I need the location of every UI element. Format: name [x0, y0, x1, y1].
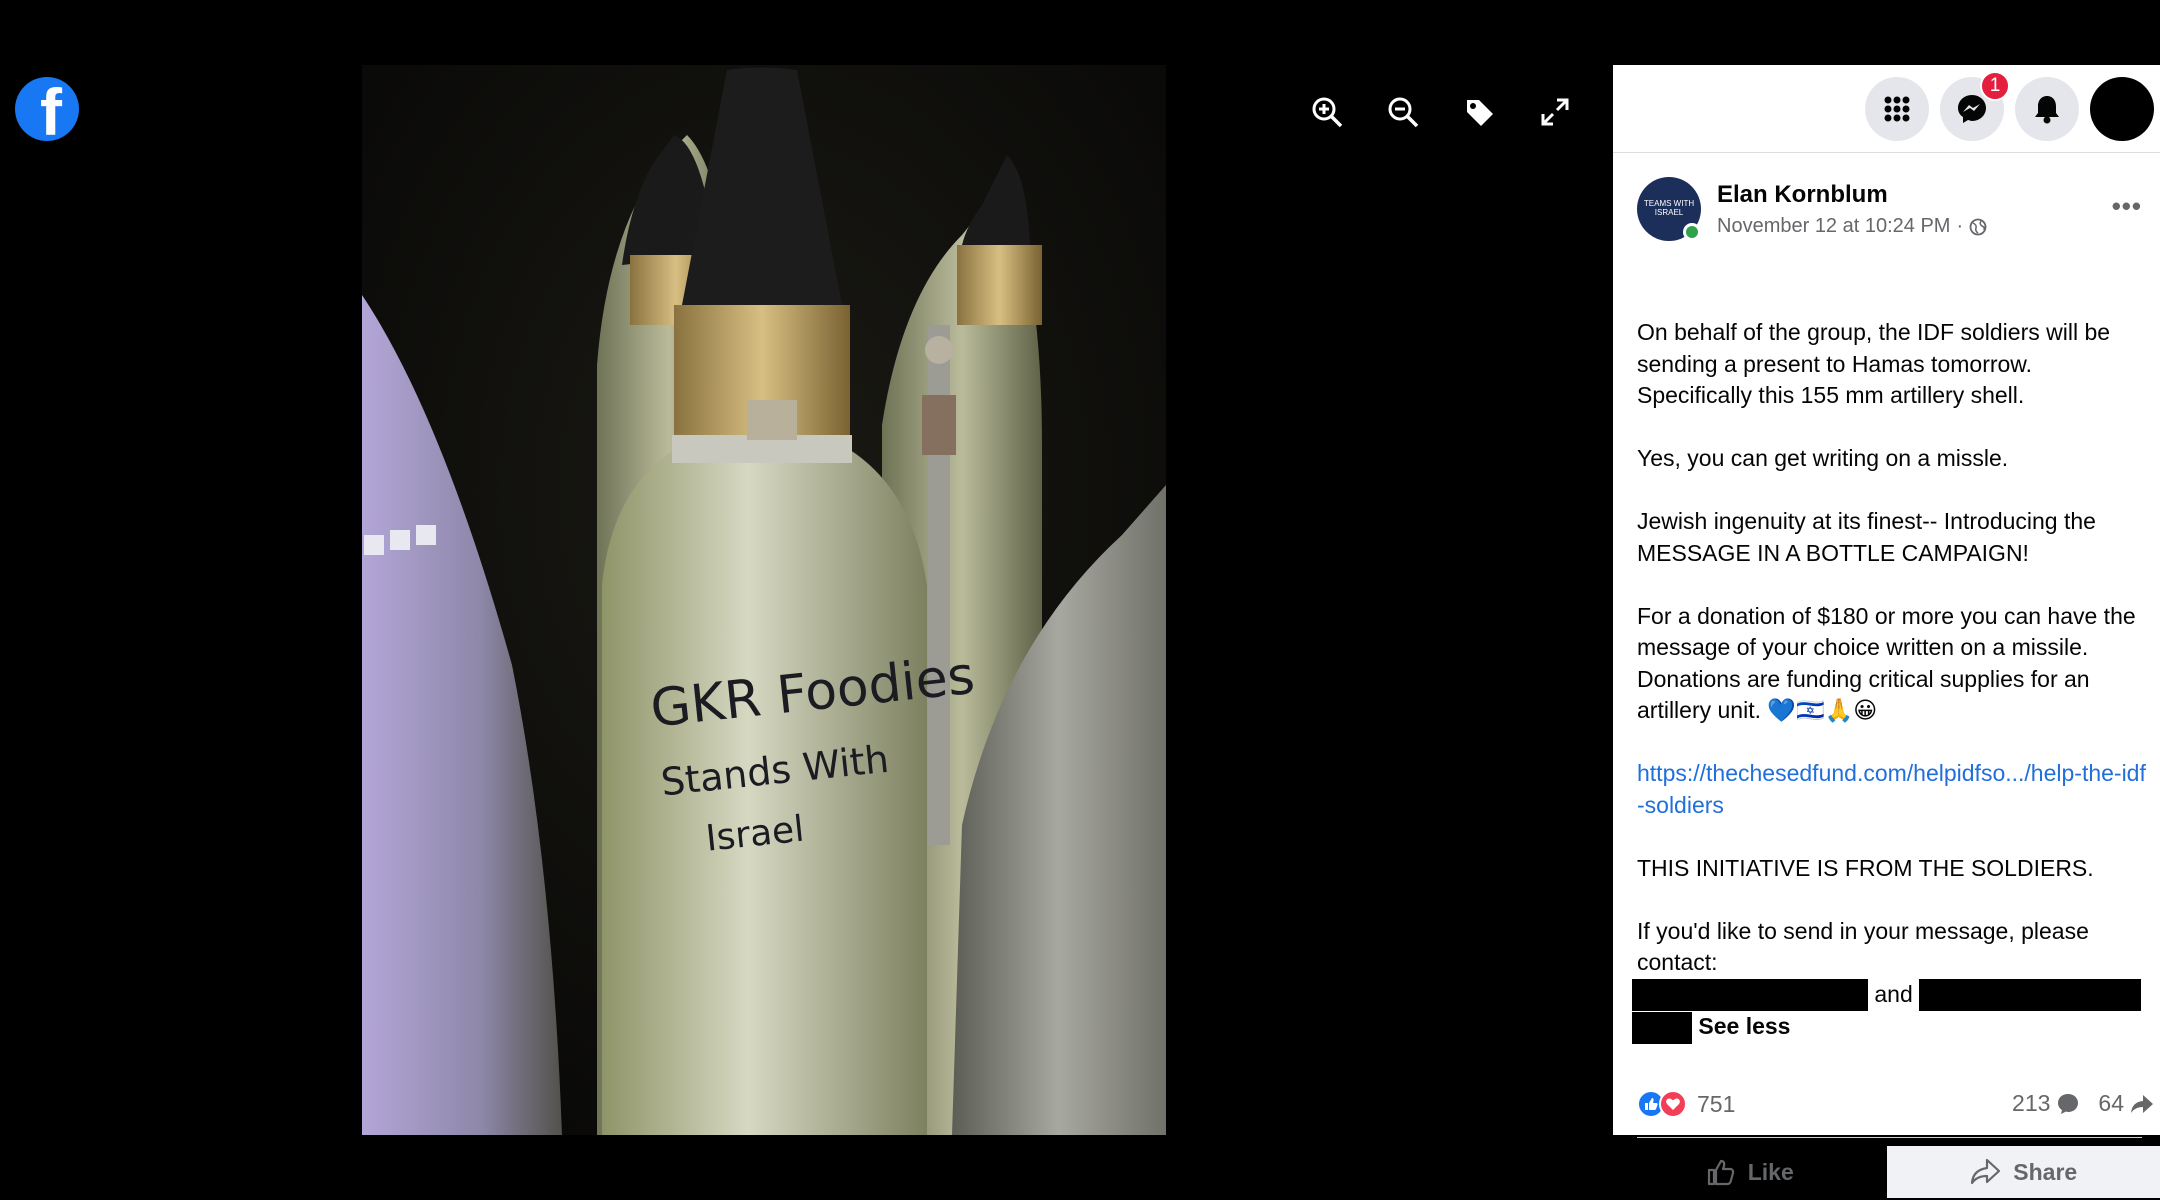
post-panel: 1 TEAMS WITH ISRAEL Elan Kornblum Novemb… — [1613, 65, 2160, 1198]
reactions-summary[interactable]: 751 — [1637, 1090, 1735, 1118]
avatar-text: TEAMS WITH ISRAEL — [1643, 199, 1695, 217]
share-label: Share — [2013, 1158, 2078, 1185]
meta-separator: · — [1956, 215, 1964, 237]
share-count-value: 64 — [2098, 1090, 2124, 1116]
bell-icon — [2035, 96, 2059, 124]
more-options-icon[interactable]: ••• — [2112, 191, 2142, 222]
post-paragraph: Yes, you can get writing on a missle. — [1637, 445, 2009, 471]
zoom-in-icon[interactable] — [1310, 95, 1344, 129]
facebook-logo[interactable]: f — [15, 77, 79, 141]
redacted-contact — [1632, 1012, 1692, 1045]
post-timestamp[interactable]: November 12 at 10:24 PM — [1717, 215, 1950, 238]
post-paragraph: THIS INITIATIVE IS FROM THE SOLDIERS. — [1637, 854, 2094, 881]
messenger-badge: 1 — [1980, 71, 2010, 101]
globe-icon — [1969, 218, 1987, 235]
post-header: TEAMS WITH ISRAEL Elan Kornblum November… — [1637, 177, 2142, 247]
post-actions: Like Share — [1613, 1146, 2160, 1198]
comment-count-value: 213 — [2012, 1090, 2051, 1116]
post-paragraph: On behalf of the group, the IDF soldiers… — [1637, 319, 2111, 408]
top-bar: 1 — [1613, 65, 2160, 153]
share-icon — [2131, 1094, 2153, 1113]
artillery-shells-image: GKR Foodies Stands With Israel — [362, 65, 1166, 1135]
messenger-icon — [1958, 95, 1986, 123]
share-button[interactable]: Share — [1886, 1146, 2160, 1198]
reaction-icons — [1637, 1090, 1687, 1118]
notifications-button[interactable] — [2015, 77, 2079, 141]
redacted-contact — [1632, 979, 1868, 1012]
post-photo[interactable]: GKR Foodies Stands With Israel — [362, 65, 1166, 1135]
share-arrow-icon — [1971, 1158, 2001, 1185]
profile-button[interactable] — [2090, 77, 2154, 141]
facebook-logo-letter: f — [40, 77, 62, 141]
menu-button[interactable] — [1865, 77, 1929, 141]
comment-count[interactable]: 213 — [2012, 1090, 2080, 1117]
engagement-counts: 213 64 — [2012, 1090, 2154, 1117]
post-text: On behalf of the group, the IDF soldiers… — [1632, 317, 2147, 1045]
zoom-out-icon[interactable] — [1386, 95, 1420, 129]
post-paragraph: For a donation of $180 or more you can h… — [1637, 602, 2136, 724]
photo-viewer-toolbar — [1310, 95, 1572, 129]
tag-icon[interactable] — [1462, 95, 1496, 129]
contact-and: and — [1874, 980, 1913, 1007]
contact-line: See less — [1632, 1011, 2147, 1045]
donation-link[interactable]: https://thechesedfund.com/helpidfso.../h… — [1637, 760, 2146, 818]
post-meta: November 12 at 10:24 PM · — [1717, 215, 1987, 238]
share-count[interactable]: 64 — [2098, 1090, 2154, 1117]
divider — [1637, 1137, 2142, 1138]
love-reaction-icon — [1659, 1090, 1687, 1118]
online-status-dot — [1683, 223, 1701, 241]
comment-icon — [2058, 1093, 2079, 1114]
see-less-button[interactable]: See less — [1698, 1013, 1790, 1039]
contact-text: If you'd like to send in your message, p… — [1637, 917, 2089, 976]
post-author[interactable]: Elan Kornblum — [1717, 181, 1888, 209]
reaction-count: 751 — [1697, 1090, 1736, 1117]
messenger-button[interactable]: 1 — [1940, 71, 2010, 141]
thumbs-up-icon — [1707, 1159, 1734, 1186]
post-paragraph: Jewish ingenuity at its finest-- Introdu… — [1637, 508, 2096, 566]
like-button[interactable]: Like — [1613, 1146, 1887, 1198]
redacted-contact — [1919, 979, 2142, 1012]
like-label: Like — [1747, 1158, 1794, 1185]
fullscreen-icon[interactable] — [1538, 95, 1572, 129]
contact-line: and — [1632, 979, 2147, 1012]
grid-menu-icon — [1884, 96, 1910, 122]
